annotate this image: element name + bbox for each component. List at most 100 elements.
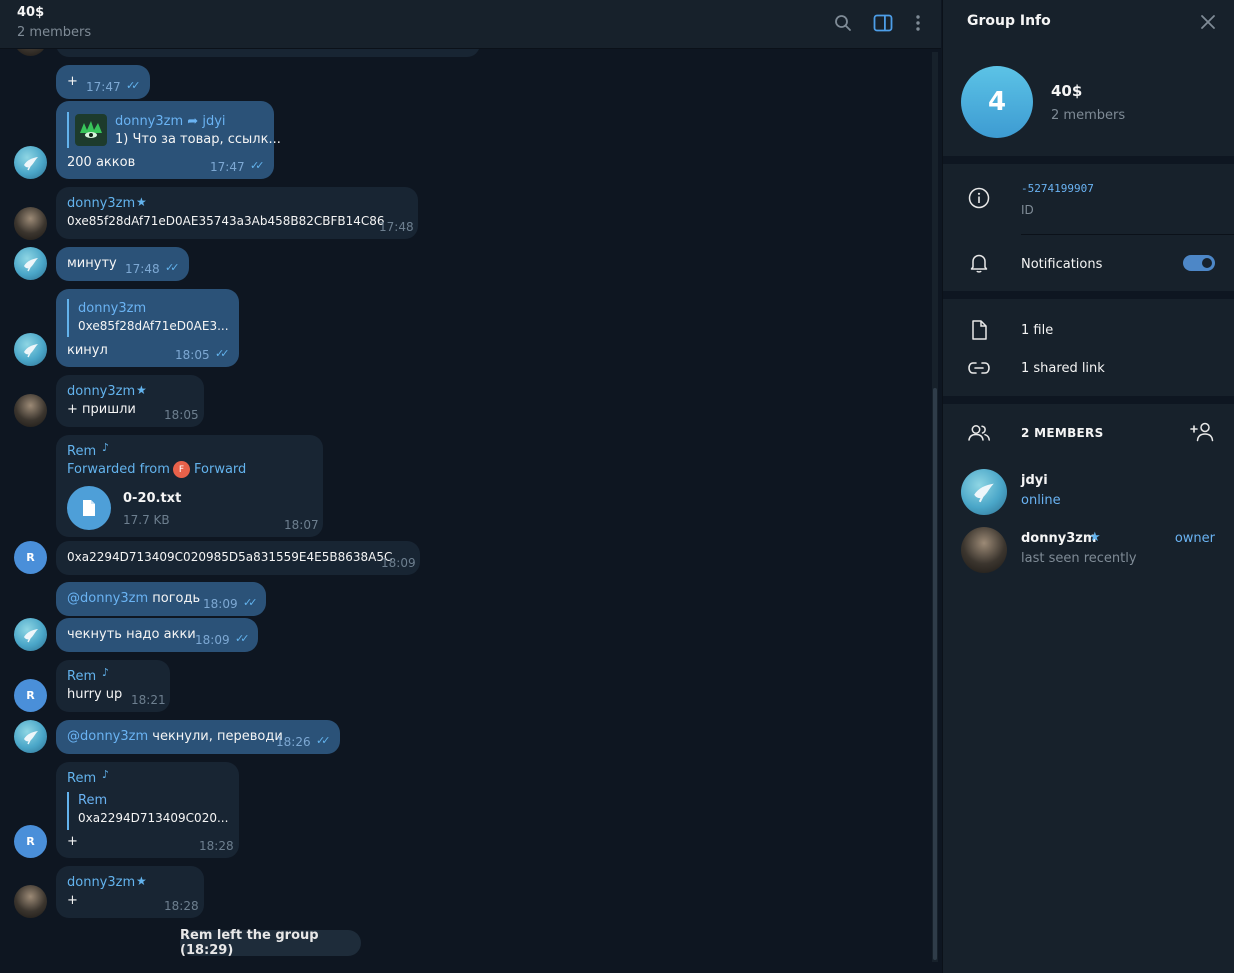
message-time: 18:09 [195, 633, 230, 647]
message-time: 18:07 [284, 518, 319, 532]
message-bubble[interactable]: @donny3zm погодь 18:09 ✓✓ [56, 582, 266, 616]
message-text: чекнуть надо акки [67, 627, 196, 642]
message-bubble[interactable]: donny3zm ★ + пришли 18:05 [56, 375, 204, 427]
reply-author: donny3zm [78, 301, 147, 316]
dove-icon [23, 156, 38, 170]
forwarded-source[interactable]: Forward [194, 462, 246, 477]
search-button[interactable] [831, 11, 855, 35]
close-icon [1201, 15, 1215, 29]
members-icon [967, 421, 991, 445]
divider [1021, 234, 1234, 235]
message-time: 18:21 [131, 693, 166, 707]
mention-link[interactable]: @donny3zm [67, 591, 148, 606]
message-bubble[interactable]: чекнуть надо акки 18:09 ✓✓ [56, 618, 258, 652]
reply-text: 0xa2294D713409C020... [78, 811, 229, 825]
shared-files-link[interactable]: 1 file [1021, 323, 1053, 338]
file-download-button[interactable] [67, 486, 111, 530]
sender-name[interactable]: Rem [67, 771, 96, 786]
avatar[interactable] [14, 207, 47, 240]
toggle-knob [1202, 258, 1212, 268]
close-button[interactable] [1198, 12, 1218, 32]
reply-preview[interactable]: donny3zm ➦ jdyi 1) Что за товар, ссылк..… [67, 112, 281, 148]
group-info-panel: Group Info 4 40$ 2 members -5274199907 I… [942, 0, 1234, 973]
shared-links-link[interactable]: 1 shared link [1021, 361, 1105, 376]
message-bubble[interactable]: минуту 17:48 ✓✓ [56, 247, 189, 281]
message-text: 0xe85f28dAf71eD0AE35743a3Ab458B82CBFB14C… [67, 214, 385, 228]
panel-title: Group Info [967, 13, 1051, 29]
group-members-count: 2 members [1051, 108, 1126, 123]
message-time: 18:05 [175, 348, 210, 362]
avatar[interactable]: R [14, 541, 47, 574]
member-status: online [1021, 493, 1061, 508]
group-id-value[interactable]: -5274199907 [1021, 182, 1094, 195]
message-bubble[interactable]: Rem ♪ hurry up 18:21 [56, 660, 170, 712]
avatar[interactable] [14, 333, 47, 366]
group-avatar[interactable]: 4 [961, 66, 1033, 138]
sender-name[interactable]: Rem [67, 669, 96, 684]
sender-name[interactable]: Rem [67, 444, 96, 459]
reply-author: donny3zm [115, 114, 184, 129]
avatar[interactable] [14, 146, 47, 179]
avatar[interactable]: R [14, 679, 47, 712]
avatar[interactable] [14, 394, 47, 427]
mention-link[interactable]: @donny3zm [67, 729, 148, 744]
message-text: чекнули, переводи [148, 729, 283, 744]
member-name: donny3zm [1021, 531, 1097, 546]
forwarded-label: Forwarded from [67, 462, 170, 477]
avatar[interactable] [14, 720, 47, 753]
notifications-toggle[interactable] [1183, 255, 1215, 271]
forward-source-avatar: F [173, 461, 190, 478]
message-bubble[interactable]: donny3zm ➦ jdyi 1) Что за товар, ссылк..… [56, 101, 281, 179]
message-time: 18:28 [164, 899, 199, 913]
service-message: Rem left the group (18:29) [180, 928, 361, 958]
chat-header[interactable]: 40$ 2 members [0, 0, 941, 49]
message-bubble[interactable]: Rem ♪ Forwarded from F Forward 0-20.txt … [56, 435, 323, 537]
message-text: hurry up [67, 687, 123, 702]
message-time: 18:26 [276, 735, 311, 749]
member-item[interactable]: jdyi online [943, 465, 1234, 519]
sender-name[interactable]: donny3zm [67, 875, 135, 890]
avatar[interactable] [14, 247, 47, 280]
sidebar-toggle-button[interactable] [871, 11, 895, 35]
message-bubble[interactable]: + 17:47 ✓✓ [56, 65, 150, 99]
member-avatar [961, 527, 1007, 573]
music-note-icon: ♪ [102, 441, 110, 454]
chat-title[interactable]: 40$ [17, 5, 44, 20]
star-icon: ★ [1089, 530, 1101, 545]
message-bubble[interactable]: donny3zm ★ + 18:28 [56, 866, 204, 918]
message-text: + [67, 834, 78, 849]
avatar[interactable] [14, 885, 47, 918]
reply-text: 1) Что за товар, ссылк... [115, 132, 281, 147]
avatar[interactable] [14, 618, 47, 651]
dove-icon [23, 628, 38, 642]
section-separator [943, 396, 1234, 404]
reply-preview[interactable]: Rem 0xa2294D713409C020... [67, 792, 229, 830]
message-text: кинул [67, 343, 108, 358]
link-icon [967, 356, 991, 380]
message-bubble[interactable]: donny3zm 0xe85f28dAf71eD0AE3... кинул 18… [56, 289, 239, 367]
file-name[interactable]: 0-20.txt [123, 491, 181, 506]
file-size: 17.7 KB [123, 513, 170, 527]
music-note-icon: ♪ [102, 768, 110, 781]
member-item[interactable]: donny3zm ★ last seen recently owner [943, 523, 1234, 577]
message-bubble[interactable]: @donny3zm чекнули, переводи 18:26 ✓✓ [56, 720, 340, 754]
sender-name[interactable]: donny3zm [67, 196, 135, 211]
more-menu-button[interactable] [906, 11, 930, 35]
scrollbar-thumb[interactable] [933, 388, 937, 960]
member-name: jdyi [1021, 473, 1048, 488]
message-bubble[interactable]: Rem ♪ Rem 0xa2294D713409C020... + 18:28 [56, 762, 239, 858]
sender-name[interactable]: donny3zm [67, 384, 135, 399]
avatar[interactable]: R [14, 825, 47, 858]
message-bubble[interactable]: donny3zm ★ 0xe85f28dAf71eD0AE35743a3Ab45… [56, 187, 418, 239]
chat-area: + 17:47 ✓✓ donny3zm ➦ jdyi 1) Что за тов… [0, 0, 941, 973]
reply-text: 0xe85f28dAf71eD0AE3... [78, 319, 229, 333]
message-bubble[interactable]: 0xa2294D713409C020985D5a831559E4E5B8638A… [56, 541, 420, 575]
star-icon: ★ [136, 874, 147, 888]
read-ticks-icon: ✓✓ [316, 734, 331, 747]
sticker-thumbnail [75, 114, 107, 146]
reply-preview[interactable]: donny3zm 0xe85f28dAf71eD0AE3... [67, 299, 229, 337]
read-ticks-icon: ✓✓ [126, 79, 141, 92]
message-text: погодь [148, 591, 201, 606]
add-member-button[interactable] [1189, 421, 1215, 445]
message-list[interactable]: + 17:47 ✓✓ donny3zm ➦ jdyi 1) Что за тов… [0, 23, 930, 967]
